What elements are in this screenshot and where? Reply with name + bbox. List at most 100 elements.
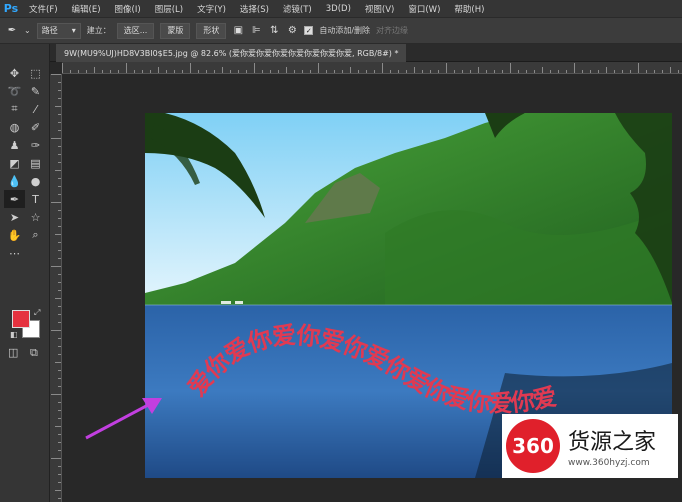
document-tab[interactable]: 9W(MU9%UJ)HD8V3BI0$E5.jpg @ 82.6% (爱你爱你爱… [56,44,407,62]
foreground-color-swatch[interactable] [12,310,30,328]
ruler-tick [58,242,61,243]
options-bar: ✒ ⌄ 路径 ▾ 建立： 选区... 蒙版 形状 ▣ ⊫ ⇅ ⚙ ✓ 自动添加/… [0,18,682,44]
menu-3d[interactable]: 3D(D) [319,4,358,14]
ruler-tick [254,63,255,73]
clone-stamp-tool-icon[interactable]: ♟ [4,136,25,154]
ruler-tick [374,70,375,73]
eyedropper-tool-icon[interactable]: ⁄ [25,100,46,118]
ruler-tick [58,82,61,83]
chevron-down-icon: ▾ [71,26,76,35]
app-logo: Ps [3,2,19,15]
watermark-url: www.360hyzj.com [568,458,650,468]
menu-window[interactable]: 窗口(W) [401,3,447,15]
menu-view[interactable]: 视图(V) [358,3,401,15]
shape-button[interactable]: 形状 [196,22,227,39]
path-arrangement-icon[interactable]: ⇅ [268,25,280,37]
swap-colors-icon[interactable]: ⤢ [34,308,40,318]
ruler-tick [126,63,127,73]
hand-tool-icon[interactable]: ✋ [4,226,25,244]
pen-tool-active-icon[interactable]: ✒ [4,190,25,208]
ruler-tick [58,322,61,323]
ruler-tick [302,70,303,73]
blur-tool-icon[interactable]: 💧 [4,172,25,190]
ruler-tick [366,70,367,73]
ruler-tick [286,67,287,73]
ruler-tick [55,362,61,363]
menu-help[interactable]: 帮助(H) [447,3,491,15]
mask-button[interactable]: 蒙版 [160,22,191,39]
svg-text:爱你爱你爱你爱你爱你爱你爱你爱你爱: 爱你爱你爱你爱你爱你爱你爱你爱你爱 [183,321,560,418]
ruler-tick [58,122,61,123]
brush-tool-icon[interactable]: ✐ [25,118,46,136]
ruler-tick [58,314,61,315]
ruler-tick [486,70,487,73]
default-colors-icon[interactable]: ◧ [10,330,18,339]
ruler-tick [58,466,61,467]
pen-tool-icon[interactable]: ✒ [6,25,18,37]
quick-mask-icon[interactable]: ◫ [8,346,18,359]
ruler-tick [58,210,61,211]
watermark-badge: 360 [506,419,560,473]
ruler-tick [58,282,61,283]
ruler-tick [58,410,61,411]
ruler-tick [51,394,61,395]
eraser-tool-icon[interactable]: ◩ [4,154,25,172]
ruler-tick [342,70,343,73]
ruler-tick [462,70,463,73]
ruler-tick [58,386,61,387]
ruler-tick [58,354,61,355]
ruler-tick [150,70,151,73]
menu-layer[interactable]: 图层(L) [148,3,190,15]
vertical-ruler[interactable] [50,74,62,502]
ruler-tick [294,70,295,73]
screen-mode-icon[interactable]: ⧉ [30,346,38,360]
tool-preset-chevron-icon[interactable]: ⌄ [24,26,31,35]
menu-file[interactable]: 文件(F) [22,3,65,15]
ruler-tick [58,154,61,155]
path-select-tool-icon[interactable]: ➤ [4,208,25,226]
shape-tool-icon[interactable]: ☆ [25,208,46,226]
history-brush-tool-icon[interactable]: ✑ [25,136,46,154]
menu-filter[interactable]: 滤镜(T) [276,3,319,15]
ruler-tick [58,306,61,307]
ruler-tick [58,274,61,275]
ruler-tick [62,63,63,73]
lasso-tool-icon[interactable]: ➰ [4,82,25,100]
ruler-tick [166,70,167,73]
menu-edit[interactable]: 编辑(E) [65,3,108,15]
path-operations-icon[interactable]: ▣ [232,25,244,37]
ruler-tick [350,67,351,73]
menu-bar: Ps 文件(F) 编辑(E) 图像(I) 图层(L) 文字(Y) 选择(S) 滤… [0,0,682,18]
marquee-tool-icon[interactable]: ⬚ [25,64,46,82]
horizontal-ruler[interactable] [62,62,682,74]
dodge-tool-icon[interactable]: ● [25,172,46,190]
ruler-tick [58,418,61,419]
ruler-tick [58,370,61,371]
auto-add-checkbox[interactable]: ✓ [304,26,314,35]
menu-type[interactable]: 文字(Y) [190,3,233,15]
menu-select[interactable]: 选择(S) [233,3,276,15]
move-tool-icon[interactable]: ✥ [4,64,25,82]
ruler-tick [58,130,61,131]
more-tools-icon[interactable]: ⋯ [4,244,25,262]
ruler-tick [86,70,87,73]
ruler-tick [478,67,479,73]
mode-select[interactable]: 路径 ▾ [36,22,81,39]
crop-tool-icon[interactable]: ⌗ [4,100,25,118]
path-alignment-icon[interactable]: ⊫ [250,25,262,37]
type-tool-icon[interactable]: T [25,190,46,208]
ruler-tick [358,70,359,73]
gear-icon[interactable]: ⚙ [286,25,298,37]
quick-select-tool-icon[interactable]: ✎ [25,82,46,100]
zoom-tool-icon[interactable]: ⌕ [25,226,46,244]
ruler-tick [638,63,639,73]
menu-image[interactable]: 图像(I) [108,3,148,15]
healing-brush-tool-icon[interactable]: ◍ [4,118,25,136]
ruler-tick [58,402,61,403]
ruler-tick [430,70,431,73]
gradient-tool-icon[interactable]: ▤ [25,154,46,172]
selection-button[interactable]: 选区... [116,22,155,39]
ruler-tick [270,70,271,73]
ruler-tick [326,70,327,73]
ruler-tick [58,290,61,291]
